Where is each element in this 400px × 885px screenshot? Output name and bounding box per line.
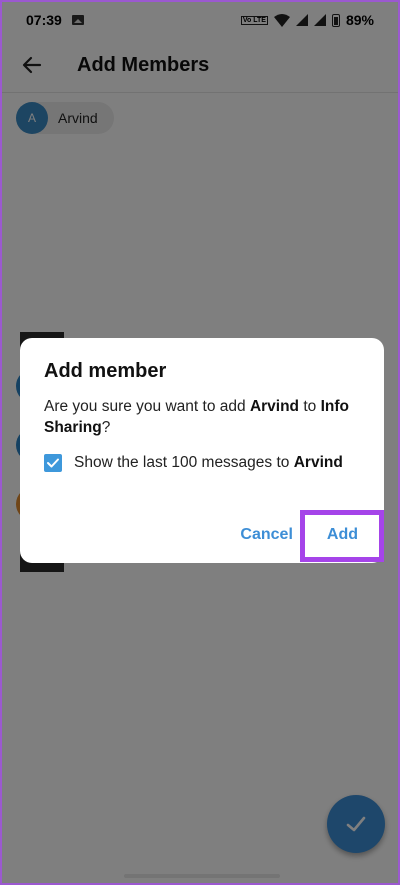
message-mid: to — [299, 398, 321, 415]
checkbox-label: Show the last 100 messages to Arvind — [74, 453, 343, 473]
checkbox-label-name: Arvind — [293, 454, 343, 471]
show-history-checkbox[interactable] — [44, 454, 62, 472]
screen: 07:39 Vo LTE 89% Add Members A Arvind — [0, 0, 400, 885]
member-name: Arvind — [249, 398, 300, 415]
show-history-option[interactable]: Show the last 100 messages to Arvind — [44, 453, 360, 473]
checkmark-icon — [47, 458, 59, 468]
dialog-title: Add member — [44, 360, 167, 382]
cancel-button[interactable]: Cancel — [240, 526, 292, 544]
add-button-highlight — [300, 510, 384, 562]
dialog-message: Are you sure you want to add Arvind to I… — [44, 396, 360, 438]
message-prefix: Are you sure you want to add — [44, 398, 250, 415]
message-suffix: ? — [101, 419, 111, 436]
checkbox-label-prefix: Show the last 100 messages to — [74, 454, 294, 471]
